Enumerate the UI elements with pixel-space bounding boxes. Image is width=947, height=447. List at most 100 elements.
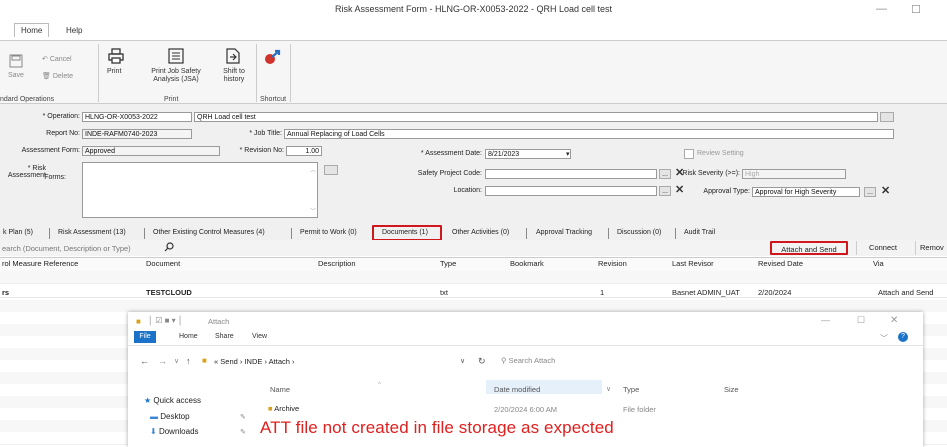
job-title-field[interactable]: Annual Replacing of Load Cells (284, 129, 894, 139)
address-bar[interactable]: « Send › INDE › Attach › (214, 357, 295, 366)
tab-help[interactable]: Help (66, 26, 82, 35)
ribbon-expand-icon[interactable]: ﹀ (880, 333, 888, 344)
back-arrow-icon[interactable]: ← (140, 356, 149, 366)
risk-forms-list[interactable] (82, 162, 318, 218)
pin-icon[interactable]: ✎ (240, 428, 246, 436)
row-document-cell[interactable]: TESTCLOUD (146, 288, 192, 297)
nav-desktop[interactable]: ▬ Desktop (150, 412, 190, 421)
search-icon: ⚲ (501, 356, 509, 365)
tab-home[interactable]: Home (14, 23, 50, 37)
operation-name-field[interactable]: QRH Load cell test (194, 112, 878, 122)
recent-dropdown-icon[interactable]: ∨ (174, 357, 179, 365)
quick-toolbar-icon[interactable]: │ ☑ ■ ▾ │ (148, 316, 183, 325)
tab-permit-to-work[interactable]: Permit to Work (0) (300, 229, 357, 236)
print-jsa-button[interactable] (168, 48, 184, 66)
ribbon-tab-view[interactable]: View (252, 333, 267, 340)
explorer-search-input[interactable]: ⚲ Search Attach (501, 354, 741, 368)
col-document[interactable]: Document (146, 259, 180, 268)
address-dropdown-icon[interactable]: ∨ (460, 357, 465, 365)
pin-icon[interactable]: ✎ (240, 413, 246, 421)
safety-code-field[interactable] (485, 169, 657, 179)
col-via[interactable]: Via (873, 259, 884, 268)
nav-downloads[interactable]: ⬇ Downloads (150, 427, 199, 436)
remove-button[interactable]: Remov (915, 241, 947, 255)
tab-audit-trail[interactable]: Audit Trail (684, 229, 715, 236)
assessment-date-field[interactable]: 8/21/2023 (485, 149, 571, 159)
row-date-cell: 2/20/2024 (758, 288, 792, 297)
print-jsa-label-1: Print Job Safety (151, 68, 201, 75)
risk-forms-add-button[interactable] (324, 165, 338, 175)
shift-label-1: Shift to (223, 68, 245, 75)
attach-and-send-button[interactable]: Attach and Send (770, 241, 848, 255)
risk-severity-field[interactable]: High (742, 169, 846, 179)
col-bookmark[interactable]: Bookmark (510, 259, 544, 268)
tab-discussion[interactable]: Discussion (0) (617, 229, 661, 236)
col-control-measure-ref[interactable]: rol Measure Reference (2, 259, 78, 268)
revision-label: * Revision No: (239, 147, 284, 154)
calendar-dropdown-icon[interactable]: ▾ (566, 150, 570, 158)
approval-type-field[interactable]: Approval for High Severity (752, 187, 860, 197)
up-arrow-icon[interactable]: ↑ (186, 356, 191, 366)
report-field[interactable]: INDE-RAFM0740-2023 (82, 129, 192, 139)
scroll-down-icon[interactable]: ﹀ (310, 206, 316, 215)
col-name[interactable]: Name (270, 385, 290, 394)
col-type[interactable]: Type (440, 259, 456, 268)
refresh-icon[interactable]: ↻ (478, 356, 486, 367)
col-revised-date[interactable]: Revised Date (758, 259, 803, 268)
approval-type-clear-icon[interactable]: ✕ (881, 186, 890, 197)
revision-field[interactable]: 1.00 (286, 146, 322, 156)
col-description[interactable]: Description (318, 259, 356, 268)
breadcrumb-attach[interactable]: Attach (269, 357, 290, 366)
ribbon-tab-share[interactable]: Share (215, 333, 234, 340)
col-type[interactable]: Type (623, 385, 639, 394)
save-button[interactable] (9, 54, 23, 70)
minimize-icon[interactable]: — (876, 3, 887, 15)
location-field[interactable] (485, 186, 657, 196)
shortcut-button[interactable] (264, 49, 282, 67)
breadcrumb-send[interactable]: Send (220, 357, 238, 366)
nav-quick-access[interactable]: ★ Quick access (144, 396, 201, 405)
save-icon (9, 54, 23, 68)
explorer-close-icon[interactable]: ✕ (890, 315, 898, 326)
scroll-up-icon[interactable]: ︿ (310, 165, 316, 174)
tab-approval-tracking[interactable]: Approval Tracking (536, 229, 592, 236)
ribbon-tab-home[interactable]: Home (179, 333, 198, 340)
assessment-form-field[interactable]: Approved (82, 146, 220, 156)
col-last-revisor[interactable]: Last Revisor (672, 259, 714, 268)
help-icon[interactable]: ? (898, 332, 908, 342)
delete-button[interactable]: 🗑 Delete (42, 72, 73, 80)
search-icon[interactable] (164, 242, 174, 254)
operation-field[interactable]: HLNG-OR-X0053-2022 (82, 112, 192, 122)
operation-lookup-button[interactable] (880, 112, 894, 122)
save-label: Save (8, 72, 24, 79)
tab-other-control-measures[interactable]: Other Existing Control Measures (4) (153, 229, 265, 236)
ribbon-tab-file[interactable]: File (134, 331, 156, 343)
list-item[interactable]: ■ Archive (268, 404, 299, 413)
col-size[interactable]: Size (724, 385, 739, 394)
table-row[interactable] (0, 285, 947, 298)
maximize-icon[interactable]: ☐ (911, 3, 921, 16)
forward-arrow-icon[interactable]: → (158, 356, 167, 366)
explorer-minimize-icon[interactable]: — (821, 315, 830, 325)
print-label: Print (107, 68, 122, 75)
breadcrumb-inde[interactable]: INDE (244, 357, 262, 366)
tab-documents[interactable]: Documents (1) (382, 229, 428, 236)
explorer-maximize-icon[interactable]: ☐ (857, 315, 865, 326)
cancel-button[interactable]: ↶ Cancel (42, 55, 72, 63)
column-dropdown-icon[interactable]: ∨ (606, 385, 611, 393)
review-setting-checkbox[interactable] (684, 149, 694, 159)
tab-risk-assessment[interactable]: Risk Assessment (13) (58, 229, 126, 236)
shift-history-button[interactable] (226, 48, 240, 66)
print-button[interactable] (108, 48, 124, 66)
document-search-input[interactable]: earch (Document, Description or Type) (2, 244, 131, 253)
approval-type-lookup-button[interactable]: ... (864, 187, 876, 197)
annotation-text: ATT file not created in file storage as … (260, 418, 614, 437)
col-revision[interactable]: Revision (598, 259, 627, 268)
review-setting-label: Review Setting (697, 150, 744, 157)
report-label: Report No: (46, 130, 80, 137)
connect-button[interactable]: Connect (856, 241, 909, 255)
col-date-modified[interactable]: Date modified (494, 385, 540, 394)
row-type-cell: txt (440, 288, 448, 297)
tab-work-plan[interactable]: k Plan (5) (3, 229, 33, 236)
tab-other-activities[interactable]: Other Activities (0) (452, 229, 509, 236)
